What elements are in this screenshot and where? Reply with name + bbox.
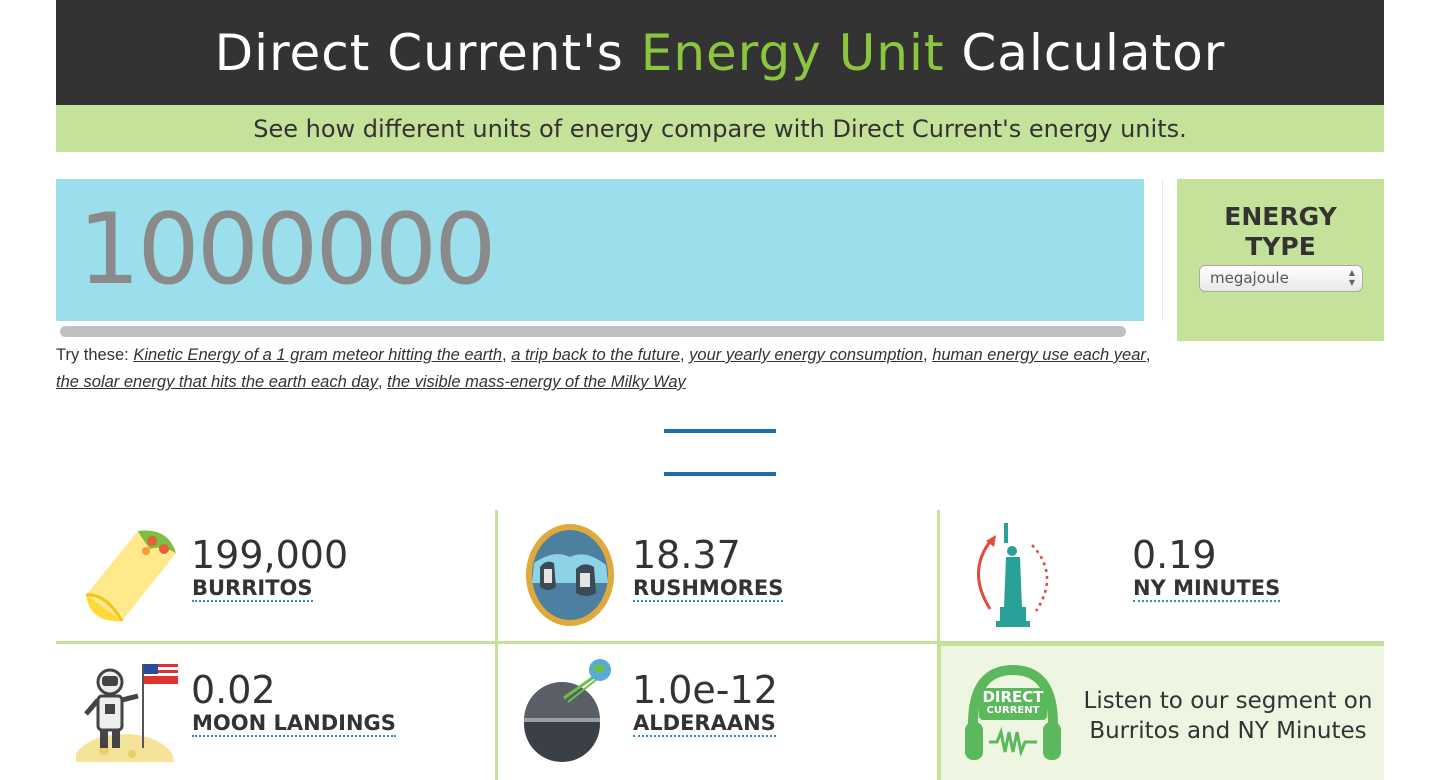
mount-rushmore-icon xyxy=(526,524,614,626)
burrito-icon xyxy=(85,530,176,622)
statue-of-liberty-icon xyxy=(977,523,1049,627)
result-card-burritos: 199,000 BURRITOS xyxy=(56,511,495,641)
energy-type-panel: ENERGY TYPE megajoule ▲ ▼ xyxy=(1177,179,1384,341)
suggestion-link[interactable]: a trip back to the future xyxy=(511,346,680,364)
direct-current-logo: DIRECT CURRENT xyxy=(979,688,1047,717)
suggestion-link[interactable]: Kinetic Energy of a 1 gram meteor hittin… xyxy=(133,346,502,364)
suggestions: Try these: Kinetic Energy of a 1 gram me… xyxy=(56,346,1151,391)
logo-line1: DIRECT xyxy=(982,688,1044,706)
listen-segment-link[interactable]: Listen to our segment on Burritos and NY… xyxy=(1083,686,1373,746)
title-accent: Energy Unit xyxy=(640,23,945,82)
death-star-icon xyxy=(524,659,611,762)
energy-type-selected: megajoule xyxy=(1210,269,1289,287)
result-value: 1.0e-12 xyxy=(632,668,778,712)
result-card-ny-minutes: 0.19 NY MINUTES xyxy=(940,511,1384,641)
listen-panel[interactable]: DIRECT CURRENT Listen to our segment on … xyxy=(938,643,1384,780)
result-card-rushmores: 18.37 RUSHMORES xyxy=(498,511,937,641)
suggestion-link[interactable]: your yearly energy consumption xyxy=(689,346,923,364)
result-unit-link[interactable]: MOON LANDINGS xyxy=(192,711,396,737)
select-arrows-icon: ▲ ▼ xyxy=(1348,268,1355,287)
suggestions-prefix: Try these: xyxy=(56,346,134,364)
energy-type-label: ENERGY TYPE xyxy=(1177,202,1384,262)
result-unit-link[interactable]: RUSHMORES xyxy=(633,576,784,602)
astronaut-icon xyxy=(76,664,178,762)
divider-rule-top xyxy=(664,429,776,433)
energy-type-select[interactable]: megajoule ▲ ▼ xyxy=(1199,265,1363,292)
result-value: 0.02 xyxy=(191,668,276,712)
title-prefix: Direct Current's xyxy=(214,23,641,82)
result-value: 0.19 xyxy=(1132,533,1217,577)
logo-line2: CURRENT xyxy=(986,705,1040,716)
result-value: 18.37 xyxy=(632,533,741,577)
title-suffix: Calculator xyxy=(944,23,1226,82)
page-title: Direct Current's Energy Unit Calculator xyxy=(215,24,1226,82)
input-divider xyxy=(1162,179,1163,321)
energy-input-row xyxy=(56,179,1146,321)
result-unit-link[interactable]: NY MINUTES xyxy=(1133,576,1281,602)
result-card-moon-landings: 0.02 MOON LANDINGS xyxy=(56,644,495,774)
title-bar: Direct Current's Energy Unit Calculator xyxy=(56,0,1384,105)
result-unit-link[interactable]: ALDERAANS xyxy=(633,711,776,737)
page: Direct Current's Energy Unit Calculator … xyxy=(56,0,1384,780)
result-card-alderaans: 1.0e-12 ALDERAANS xyxy=(498,644,937,774)
energy-amount-input[interactable] xyxy=(56,179,1144,321)
suggestion-link[interactable]: the solar energy that hits the earth eac… xyxy=(56,373,378,391)
energy-type-label-line2: TYPE xyxy=(1245,232,1316,261)
subtitle-bar: See how different units of energy compar… xyxy=(56,105,1384,152)
page-subtitle: See how different units of energy compar… xyxy=(253,114,1187,143)
suggestion-link[interactable]: human energy use each year xyxy=(932,346,1146,364)
energy-type-label-line1: ENERGY xyxy=(1224,202,1337,231)
result-unit-link[interactable]: BURRITOS xyxy=(192,576,313,602)
result-value: 199,000 xyxy=(191,533,349,577)
horizontal-scrollbar[interactable] xyxy=(60,326,1126,337)
divider-rule-bottom xyxy=(664,472,776,476)
suggestion-link[interactable]: the visible mass-energy of the Milky Way xyxy=(387,373,686,391)
